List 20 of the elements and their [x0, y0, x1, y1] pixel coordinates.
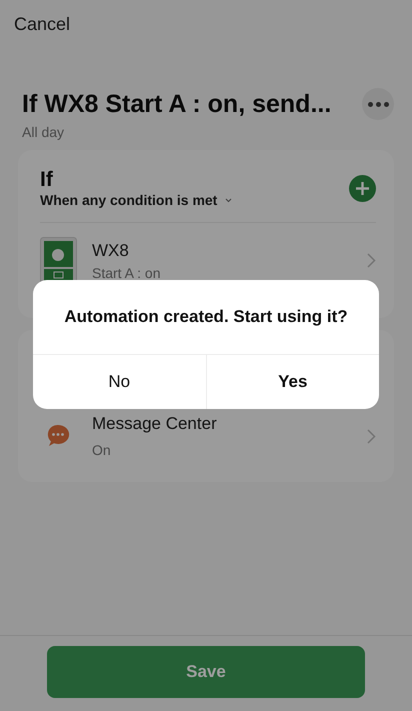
add-button[interactable]	[349, 174, 376, 202]
chevron-right-icon	[367, 428, 376, 444]
list-item[interactable]: Message Center On	[40, 406, 376, 458]
condition-mode-dropdown[interactable]: When any condition is met	[40, 192, 232, 208]
dialog-button[interactable]: No	[33, 355, 206, 409]
caret-down-icon	[225, 198, 232, 202]
section-heading: If	[40, 168, 54, 192]
automation-title: If WX8 Start A : on, send...	[22, 90, 332, 118]
item-detail: Start A : on	[92, 264, 162, 280]
more-button[interactable]	[362, 88, 394, 120]
schedule-text: All day	[21, 123, 66, 140]
cancel-link[interactable]: Cancel	[0, 0, 412, 38]
plus-icon	[355, 180, 370, 196]
item-name: Message Center	[92, 414, 218, 434]
item-name: WX8	[92, 240, 130, 260]
device-icon	[40, 237, 77, 284]
dialog-message: Automation created. Start using it?	[63, 306, 349, 328]
chevron-right-icon	[367, 253, 376, 268]
dialog-button[interactable]: Yes	[206, 355, 379, 409]
item-detail: On	[92, 442, 112, 458]
